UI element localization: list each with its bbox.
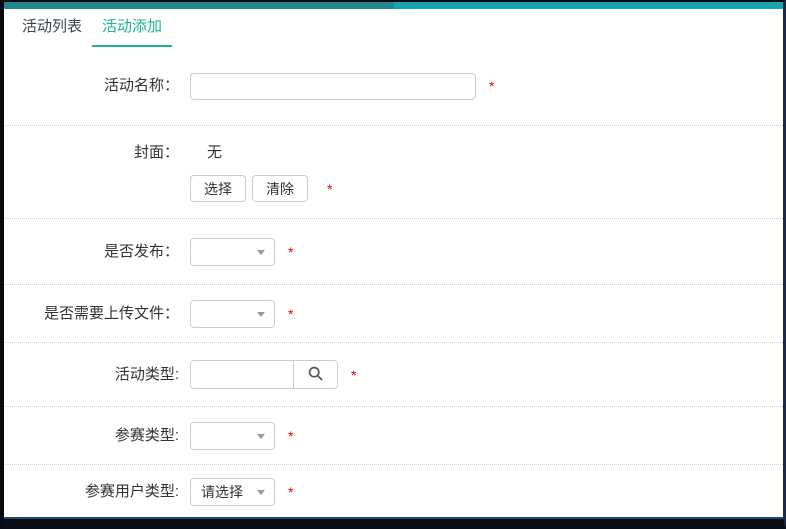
activity-type-input[interactable] [191, 361, 293, 388]
entry-user-type-select-value: 请选择 [201, 482, 243, 502]
form-row-publish: 是否发布： * [4, 219, 783, 285]
cover-clear-button[interactable]: 清除 [252, 175, 308, 202]
need-upload-label: 是否需要上传文件： [4, 302, 179, 326]
activity-type-search-button[interactable] [293, 361, 337, 388]
activity-add-form: 活动名称： * 封面： 无 选择 清除 * 是否发布： [4, 47, 783, 519]
form-row-entry-type: 参赛类型: * [4, 407, 783, 465]
chevron-down-icon [257, 490, 265, 495]
activity-type-search-group [190, 360, 338, 389]
required-asterisk: * [288, 485, 293, 499]
required-asterisk: * [489, 79, 494, 93]
entry-type-select[interactable] [190, 422, 275, 450]
tab-bar: 活动列表 活动添加 [4, 9, 783, 47]
required-asterisk: * [288, 307, 293, 321]
tab-activity-list[interactable]: 活动列表 [12, 7, 92, 47]
cover-none-text: 无 [190, 141, 332, 165]
cover-label: 封面： [4, 141, 179, 165]
form-row-cover: 封面： 无 选择 清除 * [4, 126, 783, 219]
entry-user-type-select[interactable]: 请选择 [190, 478, 275, 506]
activity-type-label: 活动类型: [4, 363, 179, 387]
progress-bar-right-segment [394, 2, 784, 9]
chevron-down-icon [257, 250, 265, 255]
chevron-down-icon [257, 434, 265, 439]
form-row-need-upload: 是否需要上传文件： * [4, 285, 783, 343]
window: 活动列表 活动添加 活动名称： * 封面： 无 选择 清除 * [0, 0, 786, 529]
form-row-activity-type: 活动类型: * [4, 343, 783, 407]
search-icon [307, 365, 324, 385]
activity-name-label: 活动名称： [4, 74, 179, 98]
required-asterisk: * [288, 429, 293, 443]
publish-label: 是否发布： [4, 240, 179, 264]
entry-user-type-label: 参赛用户类型: [4, 480, 179, 504]
form-row-activity-name: 活动名称： * [4, 47, 783, 126]
required-asterisk: * [288, 245, 293, 259]
activity-name-input[interactable] [190, 73, 476, 100]
form-row-entry-user-type: 参赛用户类型: 请选择 * [4, 465, 783, 519]
need-upload-select[interactable] [190, 300, 275, 328]
cover-select-button[interactable]: 选择 [190, 175, 246, 202]
entry-type-label: 参赛类型: [4, 424, 179, 448]
chevron-down-icon [257, 312, 265, 317]
tab-activity-add[interactable]: 活动添加 [92, 7, 172, 47]
window-bottom-edge [4, 517, 783, 519]
required-asterisk: * [327, 182, 332, 196]
required-asterisk: * [351, 368, 356, 382]
publish-select[interactable] [190, 238, 275, 266]
